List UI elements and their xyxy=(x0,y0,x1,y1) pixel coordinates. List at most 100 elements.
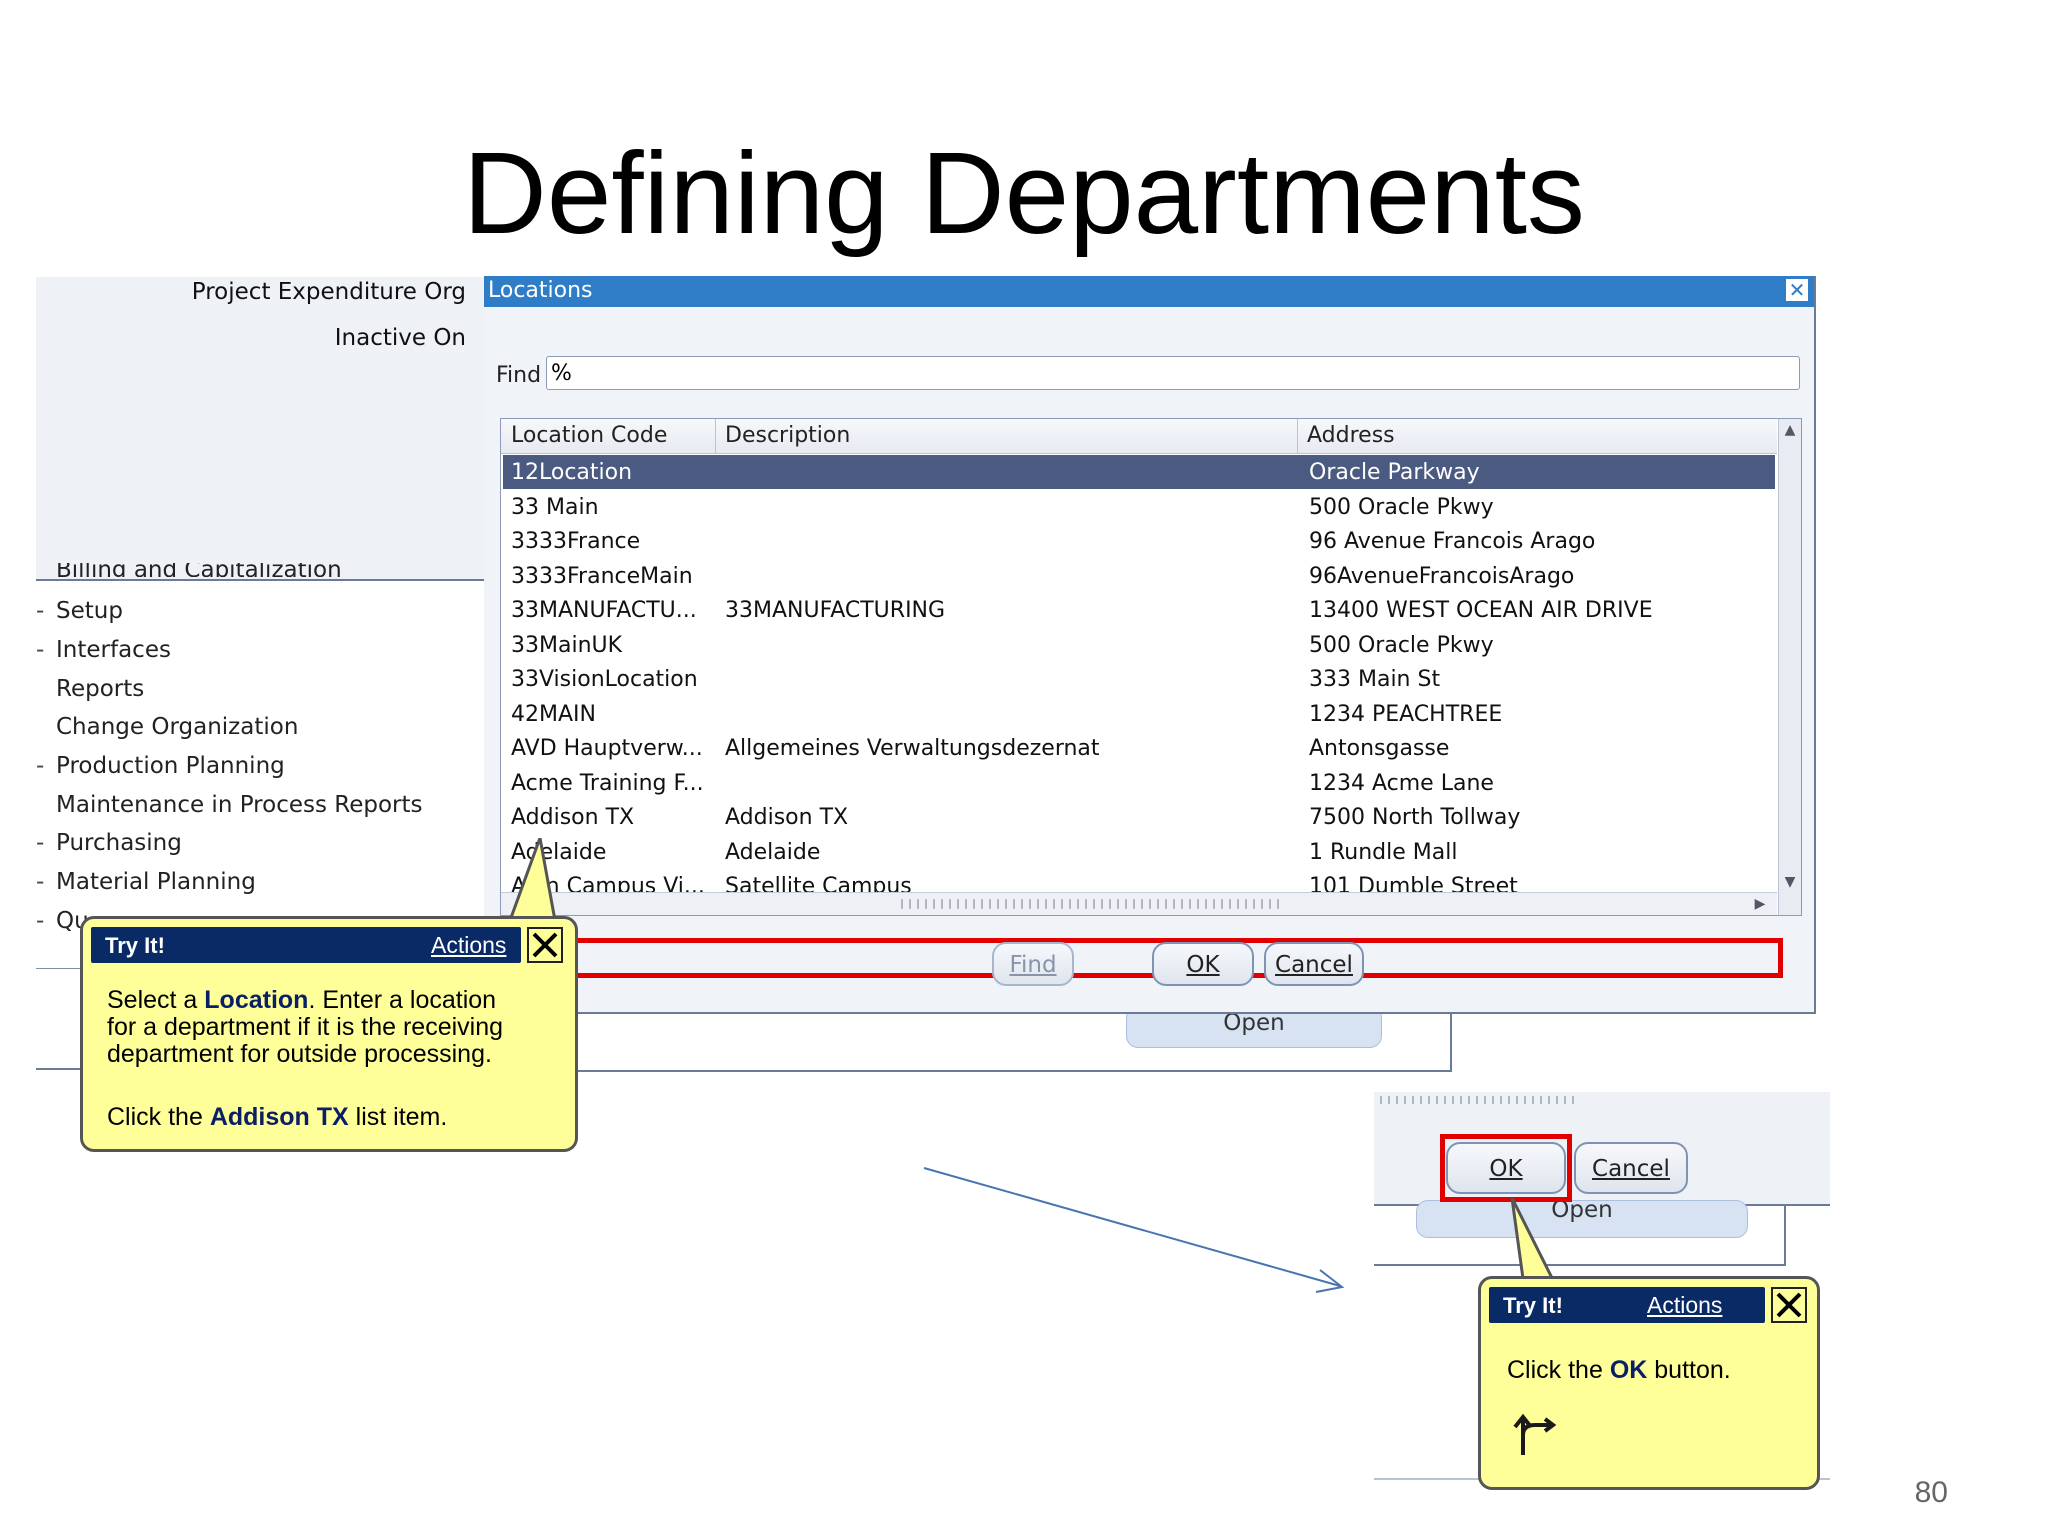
column-separator xyxy=(1297,419,1298,453)
pointer-arrow xyxy=(923,1167,1345,1293)
cell-location-code: 3333FranceMain xyxy=(511,563,693,589)
dialog-title: Locations xyxy=(488,278,593,303)
horizontal-scrollbar[interactable]: ▶ xyxy=(501,892,1777,915)
cell-location-code: 33VisionLocation xyxy=(511,667,698,692)
cell-address: 96AvenueFrancoisArago xyxy=(1309,563,1575,589)
ok-highlight-box xyxy=(1440,1134,1572,1202)
callout-header: Try It! Actions xyxy=(1489,1287,1765,1323)
text: Select a xyxy=(107,986,205,1014)
ok-button-label: OK xyxy=(1186,952,1220,978)
try-it-callout: Try It! Actions Select a Location. Enter… xyxy=(80,916,578,1152)
inset-frame xyxy=(1374,1204,1786,1266)
cell-location-code: Acme Training F... xyxy=(511,770,704,796)
text: button. xyxy=(1647,1356,1731,1384)
list-item[interactable]: 33VisionLocation 333 Main St xyxy=(503,662,1775,696)
cancel-button[interactable]: Cancel xyxy=(1264,942,1364,986)
cell-address: 7500 North Tollway xyxy=(1309,805,1521,830)
callout-header: Try It! Actions xyxy=(91,927,521,963)
column-separator xyxy=(715,419,716,453)
turn-right-arrow-icon xyxy=(1513,1413,1557,1455)
find-input[interactable]: % xyxy=(546,356,1800,390)
callout-instructions: Click the OK button. xyxy=(1507,1357,1731,1384)
cell-address: 1234 PEACHTREE xyxy=(1309,701,1503,727)
find-button-label: Find xyxy=(1009,952,1057,978)
cell-address: Oracle Parkway xyxy=(1309,460,1480,485)
list-item[interactable]: 12Location Oracle Parkway xyxy=(503,455,1775,489)
cell-address: Antonsgasse xyxy=(1309,736,1450,761)
dialog-titlebar: Locations ✕ xyxy=(484,276,1814,307)
text: for a department if it is the receiving xyxy=(107,1013,504,1041)
cell-address: 13400 WEST OCEAN AIR DRIVE xyxy=(1309,598,1653,623)
list-item[interactable]: Adelaide Adelaide 1 Rundle Mall xyxy=(503,835,1775,869)
cell-address: 1234 Acme Lane xyxy=(1309,770,1494,796)
cancel-button-label: Cancel xyxy=(1275,952,1353,978)
actions-link[interactable]: Actions xyxy=(431,932,506,959)
cell-address: 500 Oracle Pkwy xyxy=(1309,494,1494,520)
find-label: Find xyxy=(496,363,542,388)
text: Click the xyxy=(1507,1356,1610,1384)
list-item[interactable]: Acme Training F... 1234 Acme Lane xyxy=(503,766,1775,800)
cell-description: Addison TX xyxy=(725,805,849,830)
list-item[interactable]: 33MANUFACTU... 33MANUFACTURING 13400 WEST … xyxy=(503,593,1775,627)
scroll-grip[interactable] xyxy=(901,899,1281,909)
cell-location-code: Addison TX xyxy=(511,805,635,830)
cell-location-code: 42MAIN xyxy=(511,701,596,727)
callout-title: Try It! xyxy=(1503,1293,1563,1318)
callout-pointer xyxy=(505,838,558,928)
list-item[interactable]: 3333FranceMain 96AvenueFrancoisArago xyxy=(503,559,1775,593)
field-label-project-expenditure-org: Project Expenditure Org xyxy=(191,279,466,305)
field-label-inactive-on: Inactive On xyxy=(334,325,466,351)
cell-address: 333 Main St xyxy=(1309,667,1441,692)
text: Click the xyxy=(107,1103,210,1131)
list-item[interactable]: 3333France 96 Avenue Francois Arago xyxy=(503,524,1775,558)
close-icon[interactable] xyxy=(1771,1287,1807,1323)
column-header-address[interactable]: Address xyxy=(1307,423,1395,448)
cell-location-code: AVD Hauptverw... xyxy=(511,736,703,761)
text: . Enter a location xyxy=(308,986,497,1014)
page-number: 80 xyxy=(1914,1476,1948,1509)
list-item[interactable]: 33 Main 500 Oracle Pkwy xyxy=(503,490,1775,524)
cell-location-code: 33 Main xyxy=(511,494,599,520)
list-header: Location Code Description Address xyxy=(501,419,1777,454)
cell-address: 1 Rundle Mall xyxy=(1309,839,1458,865)
text: list item. xyxy=(348,1103,448,1131)
ok-button[interactable]: OK xyxy=(1152,942,1254,986)
cell-location-code: 3333France xyxy=(511,529,641,554)
cell-description: Allgemeines Verwaltungsdezernat xyxy=(725,736,1100,761)
slide-title: Defining Departments xyxy=(463,128,1585,258)
highlight-box xyxy=(500,938,1783,978)
vertical-scrollbar[interactable]: ▲ ▼ xyxy=(1778,419,1801,915)
scroll-right-icon[interactable]: ▶ xyxy=(1749,893,1771,915)
cell-address: 500 Oracle Pkwy xyxy=(1309,632,1494,658)
cell-description: 33MANUFACTURING xyxy=(725,598,946,623)
text-bold: Location xyxy=(204,986,309,1014)
try-it-callout-ok: Try It! Actions Click the OK button. xyxy=(1478,1276,1820,1490)
close-icon[interactable] xyxy=(527,927,563,963)
list-item[interactable]: Addison TX Addison TX 7500 North Tollway xyxy=(503,800,1775,834)
list-item[interactable]: AVD Hauptverw... Allgemeines Verwaltungsd… xyxy=(503,731,1775,765)
list-item[interactable]: 33MainUK 500 Oracle Pkwy xyxy=(503,628,1775,662)
organization-form-panel: Project Expenditure Org Inactive On xyxy=(36,277,484,581)
scroll-up-icon[interactable]: ▲ xyxy=(1779,419,1801,441)
inset-cancel-button[interactable]: Cancel xyxy=(1574,1142,1688,1194)
locations-list: Location Code Description Address 12Loca… xyxy=(500,418,1802,978)
cell-location-code: 33MainUK xyxy=(511,632,623,658)
cut-navigator-item: Billing and Capitalization xyxy=(56,563,342,577)
list-item[interactable]: 42MAIN 1234 PEACHTREE xyxy=(503,697,1775,731)
text-bold: Addison TX xyxy=(209,1103,349,1131)
scroll-down-icon[interactable]: ▼ xyxy=(1779,871,1801,893)
cell-description: Adelaide xyxy=(725,839,821,865)
text-bold: OK xyxy=(1609,1356,1648,1384)
column-header-location-code[interactable]: Location Code xyxy=(511,423,667,448)
text: department for outside processing. xyxy=(107,1040,492,1068)
actions-link[interactable]: Actions xyxy=(1647,1292,1722,1319)
cell-address: 96 Avenue Francois Arago xyxy=(1309,529,1596,554)
callout-instructions: Select a Location. Enter a location for … xyxy=(107,987,503,1131)
callout-title: Try It! xyxy=(105,933,165,958)
cell-location-code: 33MANUFACTU... xyxy=(511,598,697,623)
close-icon[interactable]: ✕ xyxy=(1786,279,1808,301)
locations-dialog: Locations ✕ Find % Location Code Descrip… xyxy=(484,276,1816,1014)
find-button[interactable]: Find xyxy=(992,942,1074,986)
column-header-description[interactable]: Description xyxy=(725,423,850,448)
cell-location-code: 12Location xyxy=(511,460,633,485)
